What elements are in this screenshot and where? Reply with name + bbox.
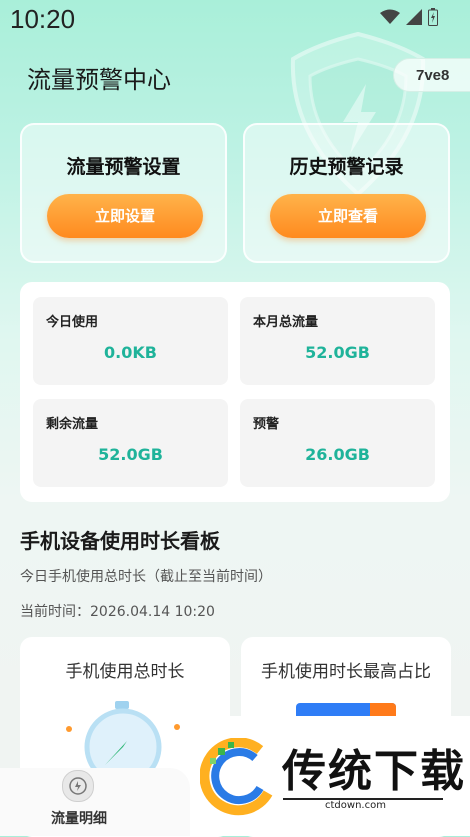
stat-value: 52.0GB — [98, 445, 163, 464]
watermark-url: ctdown.com — [325, 800, 386, 811]
status-time: 10:20 — [10, 4, 76, 34]
traffic-stats-panel: 今日使用 0.0KB 本月总流量 52.0GB 剩余流量 52.0GB 预警 2… — [20, 282, 450, 502]
stat-value: 52.0GB — [305, 343, 370, 362]
dashboard-subtitle: 今日手机使用总时长（截止至当前时间） — [20, 569, 272, 585]
stat-today-usage: 今日使用 0.0KB — [33, 297, 228, 385]
nav-traffic-detail[interactable]: 流量明细 — [51, 808, 107, 828]
page-title: 流量预警中心 — [27, 67, 171, 94]
stat-warning: 预警 26.0GB — [240, 399, 435, 487]
alert-history-card[interactable]: 历史预警记录 立即查看 — [243, 123, 450, 263]
bottom-nav: 流量明细 — [0, 768, 190, 836]
alert-settings-card[interactable]: 流量预警设置 立即设置 — [20, 123, 227, 263]
stat-label: 预警 — [253, 417, 280, 432]
dashboard-section-title: 手机设备使用时长看板 — [20, 529, 220, 553]
alert-history-title: 历史预警记录 — [289, 156, 404, 178]
stat-label: 剩余流量 — [46, 417, 99, 432]
view-now-button[interactable]: 立即查看 — [270, 194, 426, 238]
stat-label: 今日使用 — [46, 315, 99, 330]
stat-remaining: 剩余流量 52.0GB — [33, 399, 228, 487]
watermark-brand: 传统下载 — [282, 746, 466, 797]
stat-month-total: 本月总流量 52.0GB — [240, 297, 435, 385]
current-time-text: 当前时间：2026.04.14 10:20 — [20, 604, 215, 620]
stat-value: 0.0KB — [104, 343, 157, 362]
total-usage-title: 手机使用总时长 — [65, 662, 185, 682]
stat-value: 26.0GB — [305, 445, 370, 464]
alert-settings-title: 流量预警设置 — [66, 156, 181, 178]
set-now-button[interactable]: 立即设置 — [47, 194, 203, 238]
version-badge[interactable]: 7ve8 — [393, 58, 470, 92]
stat-label: 本月总流量 — [253, 315, 319, 330]
watermark-logo-icon — [199, 737, 280, 822]
top-usage-ratio-title: 手机使用时长最高占比 — [261, 662, 431, 682]
traffic-detail-icon[interactable] — [62, 770, 94, 802]
